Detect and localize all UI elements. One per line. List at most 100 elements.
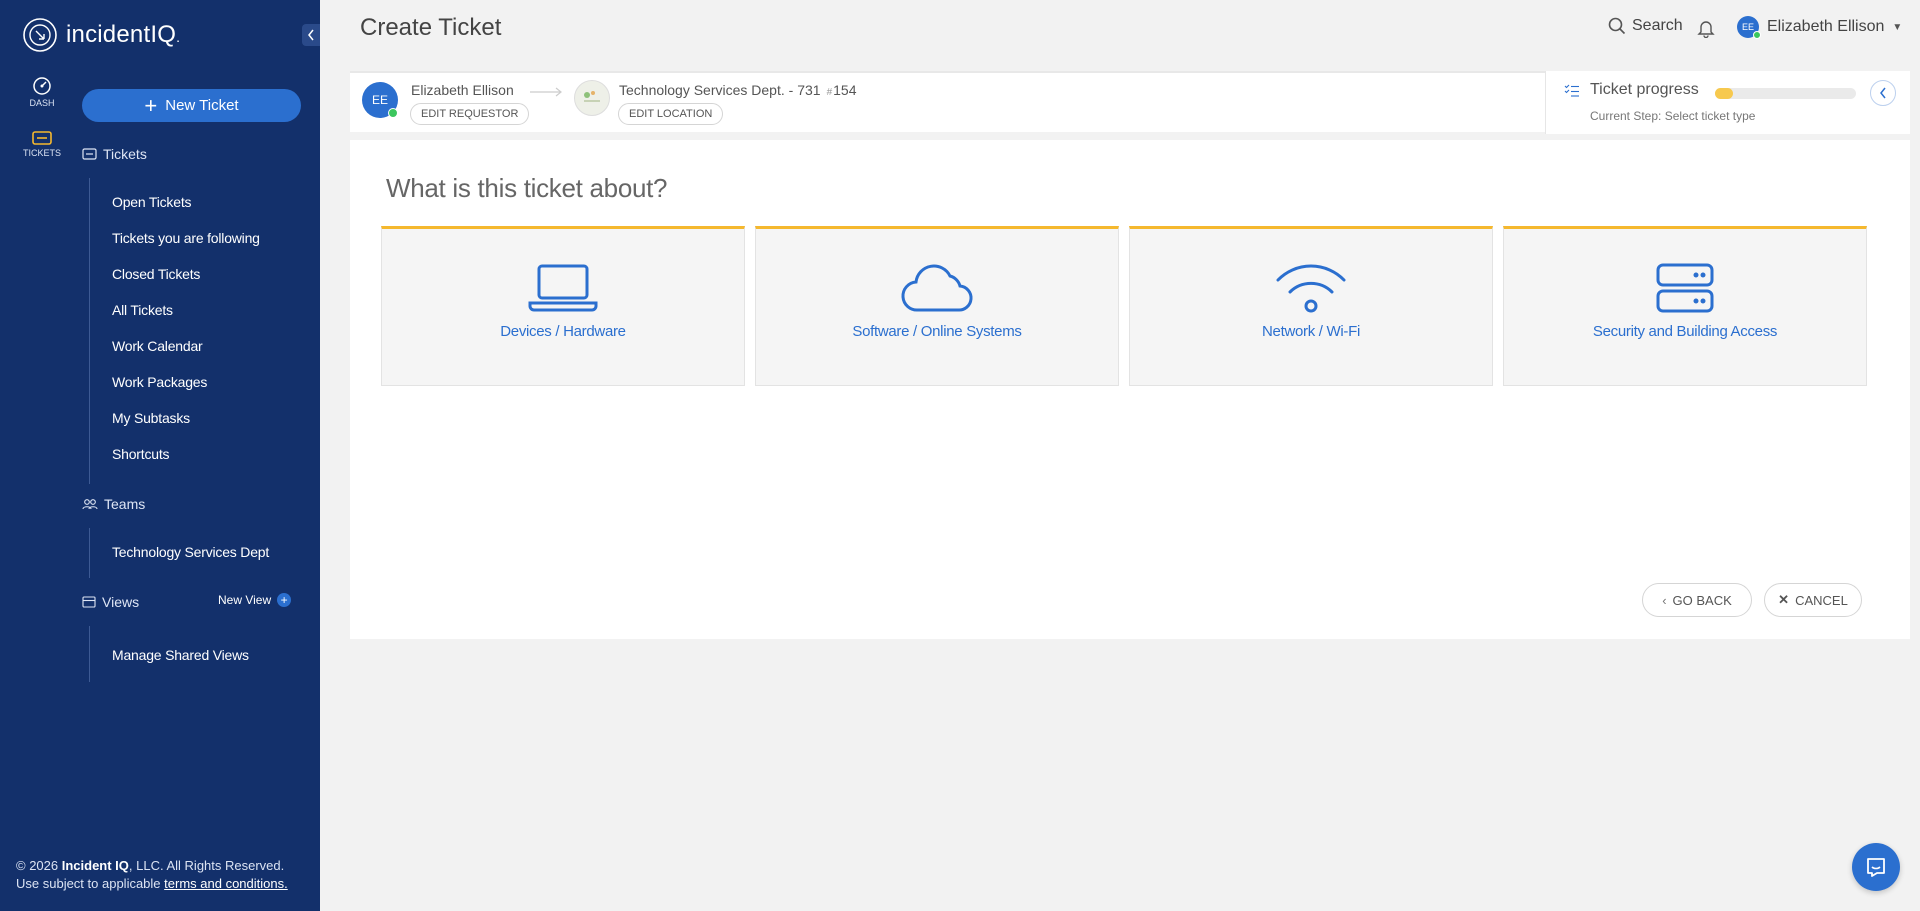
terms-line: Use subject to applicable terms and cond…	[16, 876, 288, 891]
ticket-icon	[32, 131, 52, 145]
location-label: Technology Services Dept. - 731	[619, 82, 821, 98]
tree-line	[89, 178, 90, 484]
logo-mark-icon	[23, 18, 57, 52]
views-section-title: Views	[102, 594, 140, 610]
progress-fill	[1715, 88, 1734, 99]
hash-icon: #	[826, 87, 833, 98]
current-step-label: Current Step:	[1590, 109, 1662, 123]
avatar: EE	[1737, 16, 1761, 39]
progress-title: Ticket progress	[1590, 81, 1699, 98]
category-devices-hardware[interactable]: Devices / Hardware	[381, 226, 745, 386]
bell-icon	[1697, 21, 1715, 39]
plus-icon: +	[144, 92, 158, 118]
new-ticket-label: New Ticket	[165, 97, 239, 114]
team-icon	[82, 499, 98, 510]
new-view-button[interactable]: New View +	[218, 593, 292, 607]
cancel-button[interactable]: ✕ CANCEL	[1764, 583, 1862, 617]
sidebar-item-all-tickets[interactable]: All Tickets	[112, 302, 173, 318]
category-label: Network / Wi-Fi	[1262, 323, 1360, 340]
chevron-left-icon	[308, 29, 314, 41]
progress-bar	[1715, 88, 1856, 99]
user-menu[interactable]: EE Elizabeth Ellison ▼	[1737, 16, 1902, 39]
rail-item-tickets[interactable]: TICKETS	[18, 130, 66, 158]
toggle-progress-panel-button[interactable]	[1870, 80, 1896, 106]
category-security-building-access[interactable]: Security and Building Access	[1503, 226, 1867, 386]
page-title: Create Ticket	[360, 14, 502, 41]
ticket-progress-panel: Ticket progress Current Step: Select tic…	[1545, 71, 1910, 134]
go-back-button[interactable]: ‹ GO BACK	[1642, 583, 1752, 617]
online-status-dot	[1753, 31, 1761, 39]
avatar-initials: EE	[1741, 22, 1754, 32]
laptop-icon	[528, 264, 598, 312]
plus-circle-icon: +	[277, 593, 292, 607]
sidebar-item-following[interactable]: Tickets you are following	[112, 230, 260, 246]
company-name: Incident IQ	[61, 858, 129, 873]
sidebar-item-closed-tickets[interactable]: Closed Tickets	[112, 266, 200, 282]
sidebar-item-work-calendar[interactable]: Work Calendar	[112, 338, 203, 354]
chevron-left-icon: ‹	[1662, 592, 1667, 608]
server-icon	[1656, 263, 1714, 313]
chevron-left-icon	[1880, 87, 1886, 99]
ticket-icon	[82, 148, 97, 160]
checklist-icon	[1564, 84, 1579, 97]
copyright-line: © 2026 Incident IQ, LLC. All Rights Rese…	[16, 858, 285, 873]
current-step-value: Select ticket type	[1664, 109, 1756, 123]
logo[interactable]: incidentIQ.	[22, 16, 180, 54]
sidebar-item-open-tickets[interactable]: Open Tickets	[112, 194, 192, 210]
location-number: 154	[833, 82, 857, 98]
sidebar-item-shortcuts[interactable]: Shortcuts	[112, 446, 170, 462]
search-label: Search	[1632, 17, 1683, 34]
arrow-right-icon	[530, 87, 562, 97]
dashboard-icon	[33, 77, 51, 95]
location-image	[574, 80, 610, 116]
requestor-avatar: EE	[362, 82, 398, 118]
wifi-icon	[1276, 264, 1346, 313]
tickets-section-title: Tickets	[103, 146, 147, 162]
sidebar-item-my-subtasks[interactable]: My Subtasks	[112, 410, 190, 426]
requestor-bar: EE Elizabeth Ellison EDIT REQUESTOR Tech…	[350, 71, 1910, 134]
category-network-wifi[interactable]: Network / Wi-Fi	[1129, 226, 1493, 386]
edit-location-button[interactable]: EDIT LOCATION	[618, 103, 724, 125]
teams-section-title: Teams	[104, 496, 146, 512]
search-button[interactable]: Search	[1608, 17, 1683, 35]
ticket-type-card: What is this ticket about? Devices / Har…	[350, 140, 1910, 639]
category-label: Security and Building Access	[1592, 323, 1778, 340]
sidebar-item-technology-services-dept[interactable]: Technology Services Dept	[112, 544, 269, 560]
online-status-dot	[388, 108, 398, 118]
requestor-name: Elizabeth Ellison	[411, 82, 514, 98]
user-name: Elizabeth Ellison	[1767, 18, 1885, 35]
current-step: Current Step: Select ticket type	[1590, 109, 1755, 123]
collapse-sidebar-button[interactable]	[302, 24, 320, 46]
category-label: Devices / Hardware	[500, 323, 626, 340]
rail-label-dash: DASH	[29, 98, 55, 108]
rail-label-tickets: TICKETS	[22, 148, 61, 158]
cancel-label: CANCEL	[1795, 592, 1848, 608]
views-icon	[82, 596, 96, 608]
go-back-label: GO BACK	[1672, 592, 1732, 608]
new-view-label: New View	[218, 593, 272, 607]
location-logo-icon	[584, 91, 600, 102]
notifications-button[interactable]	[1697, 18, 1715, 43]
tickets-section-header[interactable]: Tickets	[82, 146, 147, 162]
views-section-header[interactable]: Views	[82, 594, 139, 610]
sidebar-item-work-packages[interactable]: Work Packages	[112, 374, 207, 390]
sidebar: incidentIQ. DASH TICKETS + New Ticket Ti…	[0, 0, 320, 911]
cloud-icon	[901, 264, 973, 312]
tree-line	[89, 626, 90, 682]
category-software-online-systems[interactable]: Software / Online Systems	[755, 226, 1119, 386]
close-icon: ✕	[1778, 592, 1790, 607]
edit-requestor-button[interactable]: EDIT REQUESTOR	[410, 103, 530, 125]
sidebar-footer: © 2026 Incident IQ, LLC. All Rights Rese…	[16, 857, 288, 893]
chat-support-button[interactable]	[1852, 843, 1900, 891]
terms-link[interactable]: terms and conditions.	[164, 876, 288, 891]
brand-name: incidentIQ.	[66, 21, 181, 48]
teams-section-header[interactable]: Teams	[82, 496, 145, 512]
sidebar-item-manage-shared-views[interactable]: Manage Shared Views	[112, 647, 249, 663]
rail-item-dash[interactable]: DASH	[18, 76, 66, 108]
chat-icon	[1867, 858, 1885, 877]
requestor-initials: EE	[371, 93, 388, 107]
category-label: Software / Online Systems	[852, 323, 1022, 340]
tree-line	[89, 528, 90, 578]
search-icon	[1608, 17, 1626, 35]
new-ticket-button[interactable]: + New Ticket	[82, 89, 301, 122]
